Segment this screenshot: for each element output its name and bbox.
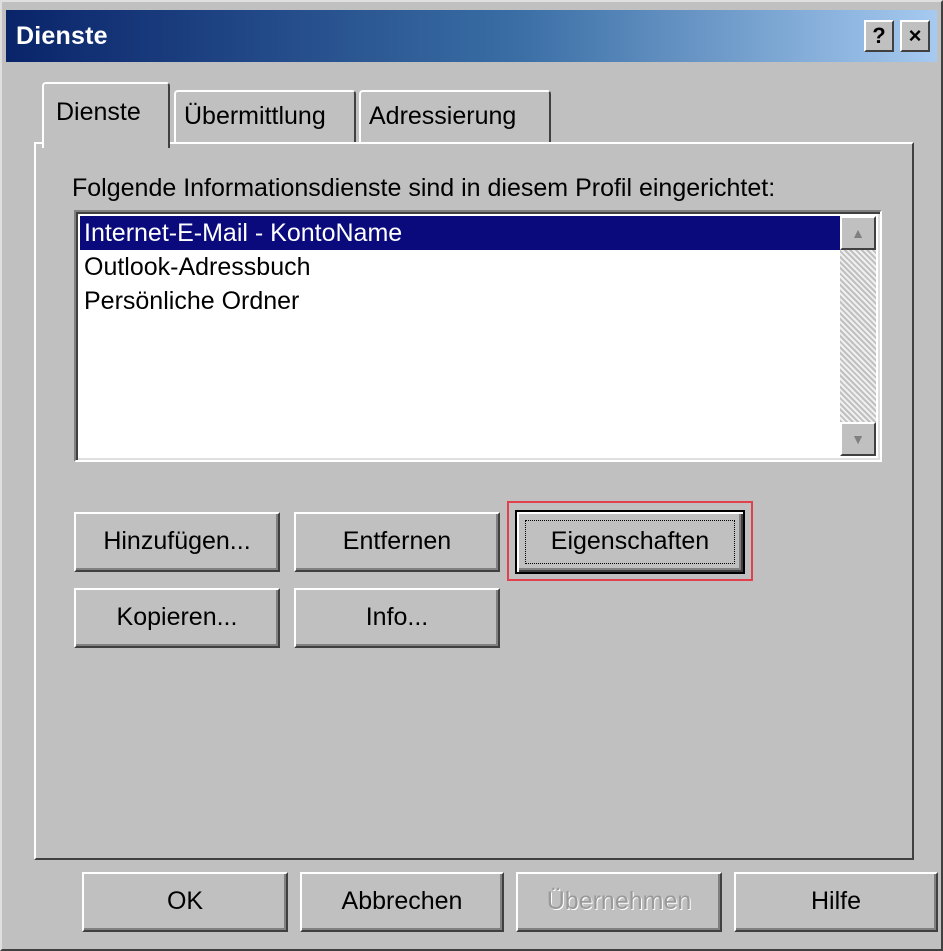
dialog-window: Dienste ? × Dienste Übermittlung Adressi… <box>0 0 943 951</box>
help-button[interactable]: Hilfe <box>734 872 938 932</box>
ok-button[interactable]: OK <box>82 872 288 932</box>
close-button[interactable]: × <box>900 20 930 52</box>
help-caption-button[interactable]: ? <box>864 20 894 52</box>
scroll-down-button[interactable]: ▼ <box>840 422 876 456</box>
remove-button[interactable]: Entfernen <box>294 512 500 572</box>
title-bar[interactable]: Dienste ? × <box>6 10 937 62</box>
info-button[interactable]: Info... <box>294 588 500 648</box>
tab-adressierung[interactable]: Adressierung <box>359 90 551 142</box>
vertical-scrollbar[interactable]: ▲ ▼ <box>840 216 876 456</box>
services-list-items: Internet-E-Mail - KontoName Outlook-Adre… <box>80 216 840 318</box>
copy-button[interactable]: Kopieren... <box>74 588 280 648</box>
scroll-up-button[interactable]: ▲ <box>840 216 876 250</box>
up-arrow-icon: ▲ <box>851 225 865 241</box>
list-item-internet-email[interactable]: Internet-E-Mail - KontoName <box>80 216 840 250</box>
cancel-button[interactable]: Abbrechen <box>300 872 504 932</box>
tab-dienste[interactable]: Dienste <box>42 82 170 148</box>
list-item-persoenliche-ordner[interactable]: Persönliche Ordner <box>80 284 840 318</box>
properties-button[interactable]: Eigenschaften <box>515 510 745 574</box>
apply-button[interactable]: Übernehmen <box>516 872 722 932</box>
services-list-label: Folgende Informationsdienste sind in die… <box>72 174 776 202</box>
properties-button-label: Eigenschaften <box>550 527 710 555</box>
window-title: Dienste <box>16 22 108 50</box>
services-listbox[interactable]: Internet-E-Mail - KontoName Outlook-Adre… <box>74 210 882 462</box>
down-arrow-icon: ▼ <box>851 431 865 447</box>
tab-uebermittlung[interactable]: Übermittlung <box>174 90 356 142</box>
add-button[interactable]: Hinzufügen... <box>74 512 280 572</box>
list-item-outlook-adressbuch[interactable]: Outlook-Adressbuch <box>80 250 840 284</box>
